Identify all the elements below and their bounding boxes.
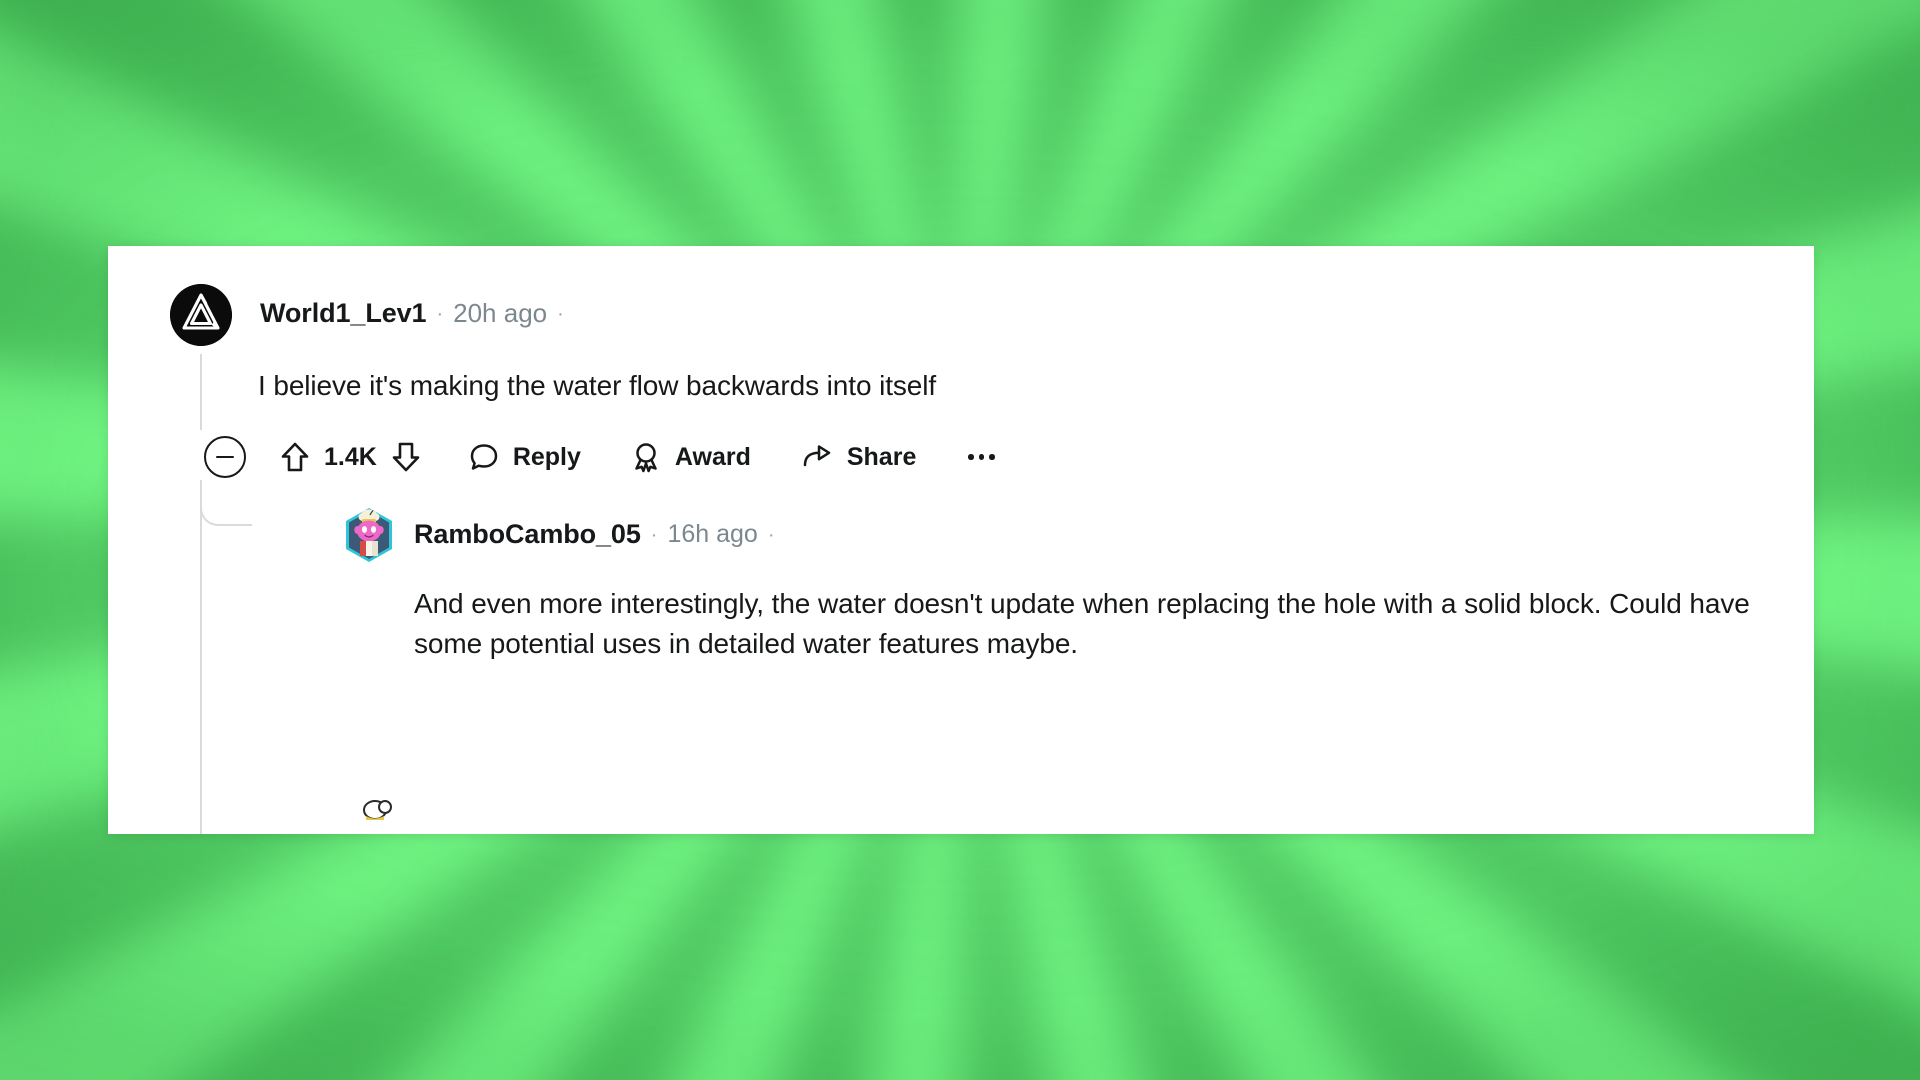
thread-line-upper[interactable] bbox=[200, 354, 202, 430]
downvote-arrow-icon[interactable] bbox=[391, 441, 421, 473]
ellipsis-icon[interactable] bbox=[966, 448, 997, 466]
speech-bubble-icon bbox=[469, 442, 499, 472]
comment-byline: RamboCambo_05 · 16h ago · bbox=[414, 519, 774, 550]
vote-count: 1.4K bbox=[324, 442, 377, 471]
upvote-arrow-icon[interactable] bbox=[280, 441, 310, 473]
thread-elbow-connector bbox=[200, 480, 252, 526]
award-label: Award bbox=[674, 442, 751, 471]
byline-trailing-separator: · bbox=[557, 302, 564, 325]
author-name[interactable]: World1_Lev1 bbox=[260, 298, 427, 329]
snoo-avatar-partial[interactable] bbox=[352, 786, 398, 832]
penrose-triangle-avatar[interactable] bbox=[170, 284, 232, 346]
ellipsis-dot bbox=[978, 454, 985, 460]
ellipsis-dot bbox=[968, 454, 974, 460]
comment-body: I believe it's making the water flow bac… bbox=[258, 370, 937, 401]
byline-trailing-separator: · bbox=[767, 523, 775, 546]
award-medal-icon bbox=[631, 441, 661, 473]
minus-bar bbox=[216, 455, 234, 459]
timestamp: 20h ago bbox=[453, 298, 548, 328]
thread-line-reply[interactable] bbox=[200, 526, 202, 834]
share-label: Share bbox=[846, 442, 917, 471]
comment-action-bar: 1.4K Reply Award Share bbox=[204, 436, 997, 478]
byline-separator: · bbox=[436, 302, 444, 325]
reply-label: Reply bbox=[512, 442, 581, 471]
byline-separator: · bbox=[650, 523, 658, 546]
share-button[interactable]: Share bbox=[801, 442, 916, 472]
snoo-chef-avatar[interactable] bbox=[340, 506, 398, 564]
award-button[interactable]: Award bbox=[631, 441, 751, 473]
comment-body: And even more interestingly, the water d… bbox=[414, 588, 1750, 659]
reply-button[interactable]: Reply bbox=[469, 442, 581, 472]
vote-group: 1.4K bbox=[280, 441, 421, 473]
comment-byline: World1_Lev1 · 20h ago · bbox=[260, 298, 564, 329]
author-name[interactable]: RamboCambo_05 bbox=[414, 519, 641, 550]
comment-thread-card: World1_Lev1 · 20h ago · I believe it's m… bbox=[108, 246, 1814, 834]
minus-circle-icon[interactable] bbox=[204, 436, 246, 478]
timestamp: 16h ago bbox=[667, 520, 758, 548]
share-arrow-icon bbox=[801, 442, 833, 472]
ellipsis-dot bbox=[989, 454, 995, 460]
